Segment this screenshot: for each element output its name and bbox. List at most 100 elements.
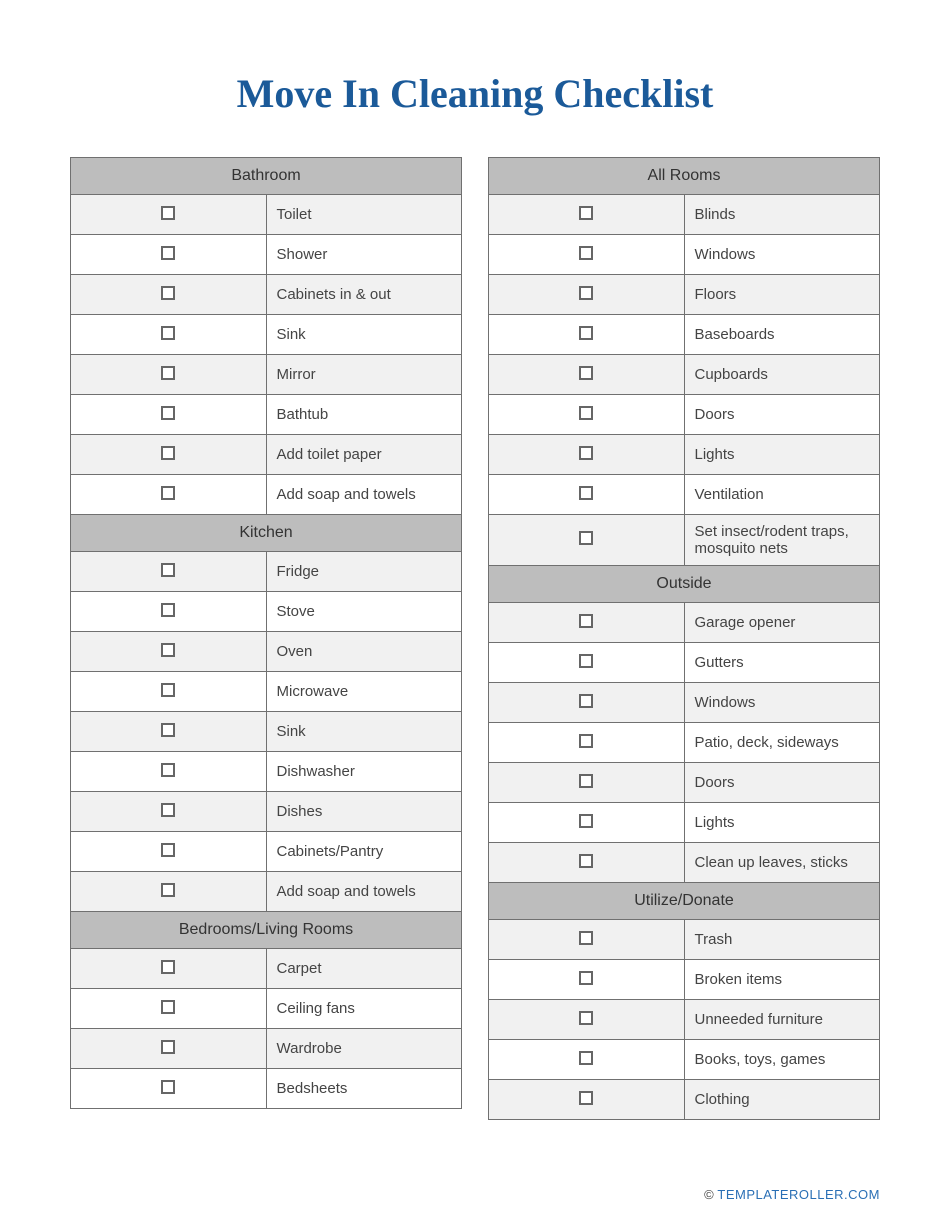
checklist-row: Ventilation — [489, 475, 880, 515]
page-title: Move In Cleaning Checklist — [70, 70, 880, 117]
checkbox[interactable] — [579, 286, 593, 300]
checkbox-cell — [489, 603, 685, 643]
checkbox[interactable] — [161, 286, 175, 300]
checkbox[interactable] — [161, 326, 175, 340]
checklist-item-label: Ceiling fans — [266, 989, 462, 1029]
checkbox[interactable] — [579, 854, 593, 868]
checkbox[interactable] — [161, 563, 175, 577]
checkbox[interactable] — [579, 694, 593, 708]
checklist-item-label: Ventilation — [684, 475, 880, 515]
checklist-item-label: Bathtub — [266, 395, 462, 435]
checklist-row: Cabinets/Pantry — [71, 832, 462, 872]
checkbox[interactable] — [579, 246, 593, 260]
checklist-row: Stove — [71, 592, 462, 632]
checkbox[interactable] — [579, 814, 593, 828]
checkbox[interactable] — [161, 366, 175, 380]
footer-link[interactable]: TEMPLATEROLLER.COM — [717, 1187, 880, 1202]
checkbox[interactable] — [579, 614, 593, 628]
checkbox-cell — [489, 763, 685, 803]
checklist-row: Trash — [489, 920, 880, 960]
checklist-row: Sink — [71, 712, 462, 752]
checkbox[interactable] — [579, 326, 593, 340]
left-table: BathroomToiletShowerCabinets in & outSin… — [70, 157, 462, 1109]
checkbox-cell — [71, 989, 267, 1029]
checklist-row: Add soap and towels — [71, 872, 462, 912]
checklist-row: Ceiling fans — [71, 989, 462, 1029]
checkbox-cell — [489, 723, 685, 763]
checkbox-cell — [489, 515, 685, 566]
checkbox-cell — [71, 395, 267, 435]
checkbox[interactable] — [161, 603, 175, 617]
checkbox[interactable] — [579, 206, 593, 220]
checkbox[interactable] — [161, 1040, 175, 1054]
checklist-item-label: Clean up leaves, sticks — [684, 843, 880, 883]
checkbox-cell — [71, 949, 267, 989]
checkbox-cell — [71, 1069, 267, 1109]
checkbox[interactable] — [161, 960, 175, 974]
checklist-item-label: Add toilet paper — [266, 435, 462, 475]
section-header: Outside — [489, 566, 880, 603]
checkbox[interactable] — [161, 883, 175, 897]
checklist-item-label: Clothing — [684, 1080, 880, 1120]
checklist-item-label: Trash — [684, 920, 880, 960]
checklist-row: Add toilet paper — [71, 435, 462, 475]
checklist-item-label: Broken items — [684, 960, 880, 1000]
checkbox[interactable] — [161, 406, 175, 420]
checkbox[interactable] — [579, 654, 593, 668]
checkbox[interactable] — [161, 486, 175, 500]
checkbox[interactable] — [161, 763, 175, 777]
checklist-item-label: Baseboards — [684, 315, 880, 355]
checkbox[interactable] — [579, 366, 593, 380]
checkbox-cell — [71, 672, 267, 712]
checkbox-cell — [489, 1040, 685, 1080]
checklist-row: Windows — [489, 235, 880, 275]
checkbox-cell — [71, 275, 267, 315]
checkbox-cell — [71, 632, 267, 672]
checkbox[interactable] — [579, 971, 593, 985]
checklist-item-label: Wardrobe — [266, 1029, 462, 1069]
checklist-item-label: Lights — [684, 803, 880, 843]
checkbox[interactable] — [161, 1000, 175, 1014]
section-header: Kitchen — [71, 515, 462, 552]
checklist-row: Lights — [489, 803, 880, 843]
checkbox[interactable] — [579, 1051, 593, 1065]
checkbox[interactable] — [579, 446, 593, 460]
checklist-row: Clothing — [489, 1080, 880, 1120]
checklist-item-label: Sink — [266, 315, 462, 355]
checkbox[interactable] — [579, 486, 593, 500]
checkbox-cell — [489, 435, 685, 475]
checkbox[interactable] — [579, 1011, 593, 1025]
checkbox[interactable] — [161, 1080, 175, 1094]
checklist-item-label: Shower — [266, 235, 462, 275]
checklist-item-label: Lights — [684, 435, 880, 475]
checkbox[interactable] — [161, 206, 175, 220]
checkbox[interactable] — [161, 446, 175, 460]
checklist-item-label: Unneeded furniture — [684, 1000, 880, 1040]
checkbox[interactable] — [161, 843, 175, 857]
checklist-row: Gutters — [489, 643, 880, 683]
checkbox[interactable] — [579, 774, 593, 788]
checkbox-cell — [489, 920, 685, 960]
checklist-item-label: Add soap and towels — [266, 475, 462, 515]
checklist-row: Doors — [489, 763, 880, 803]
checkbox[interactable] — [161, 683, 175, 697]
checkbox-cell — [489, 843, 685, 883]
section-header: Bathroom — [71, 158, 462, 195]
checkbox[interactable] — [579, 406, 593, 420]
checkbox[interactable] — [161, 643, 175, 657]
checkbox[interactable] — [579, 734, 593, 748]
checkbox[interactable] — [161, 803, 175, 817]
checkbox[interactable] — [579, 1091, 593, 1105]
checklist-row: Add soap and towels — [71, 475, 462, 515]
checklist-row: Doors — [489, 395, 880, 435]
checkbox-cell — [489, 235, 685, 275]
checklist-row: Unneeded furniture — [489, 1000, 880, 1040]
checkbox-cell — [489, 475, 685, 515]
checklist-row: Set insect/rodent traps, mosquito nets — [489, 515, 880, 566]
checkbox[interactable] — [161, 723, 175, 737]
checkbox[interactable] — [579, 531, 593, 545]
checkbox-cell — [489, 1000, 685, 1040]
checkbox[interactable] — [579, 931, 593, 945]
checkbox[interactable] — [161, 246, 175, 260]
checkbox-cell — [489, 275, 685, 315]
